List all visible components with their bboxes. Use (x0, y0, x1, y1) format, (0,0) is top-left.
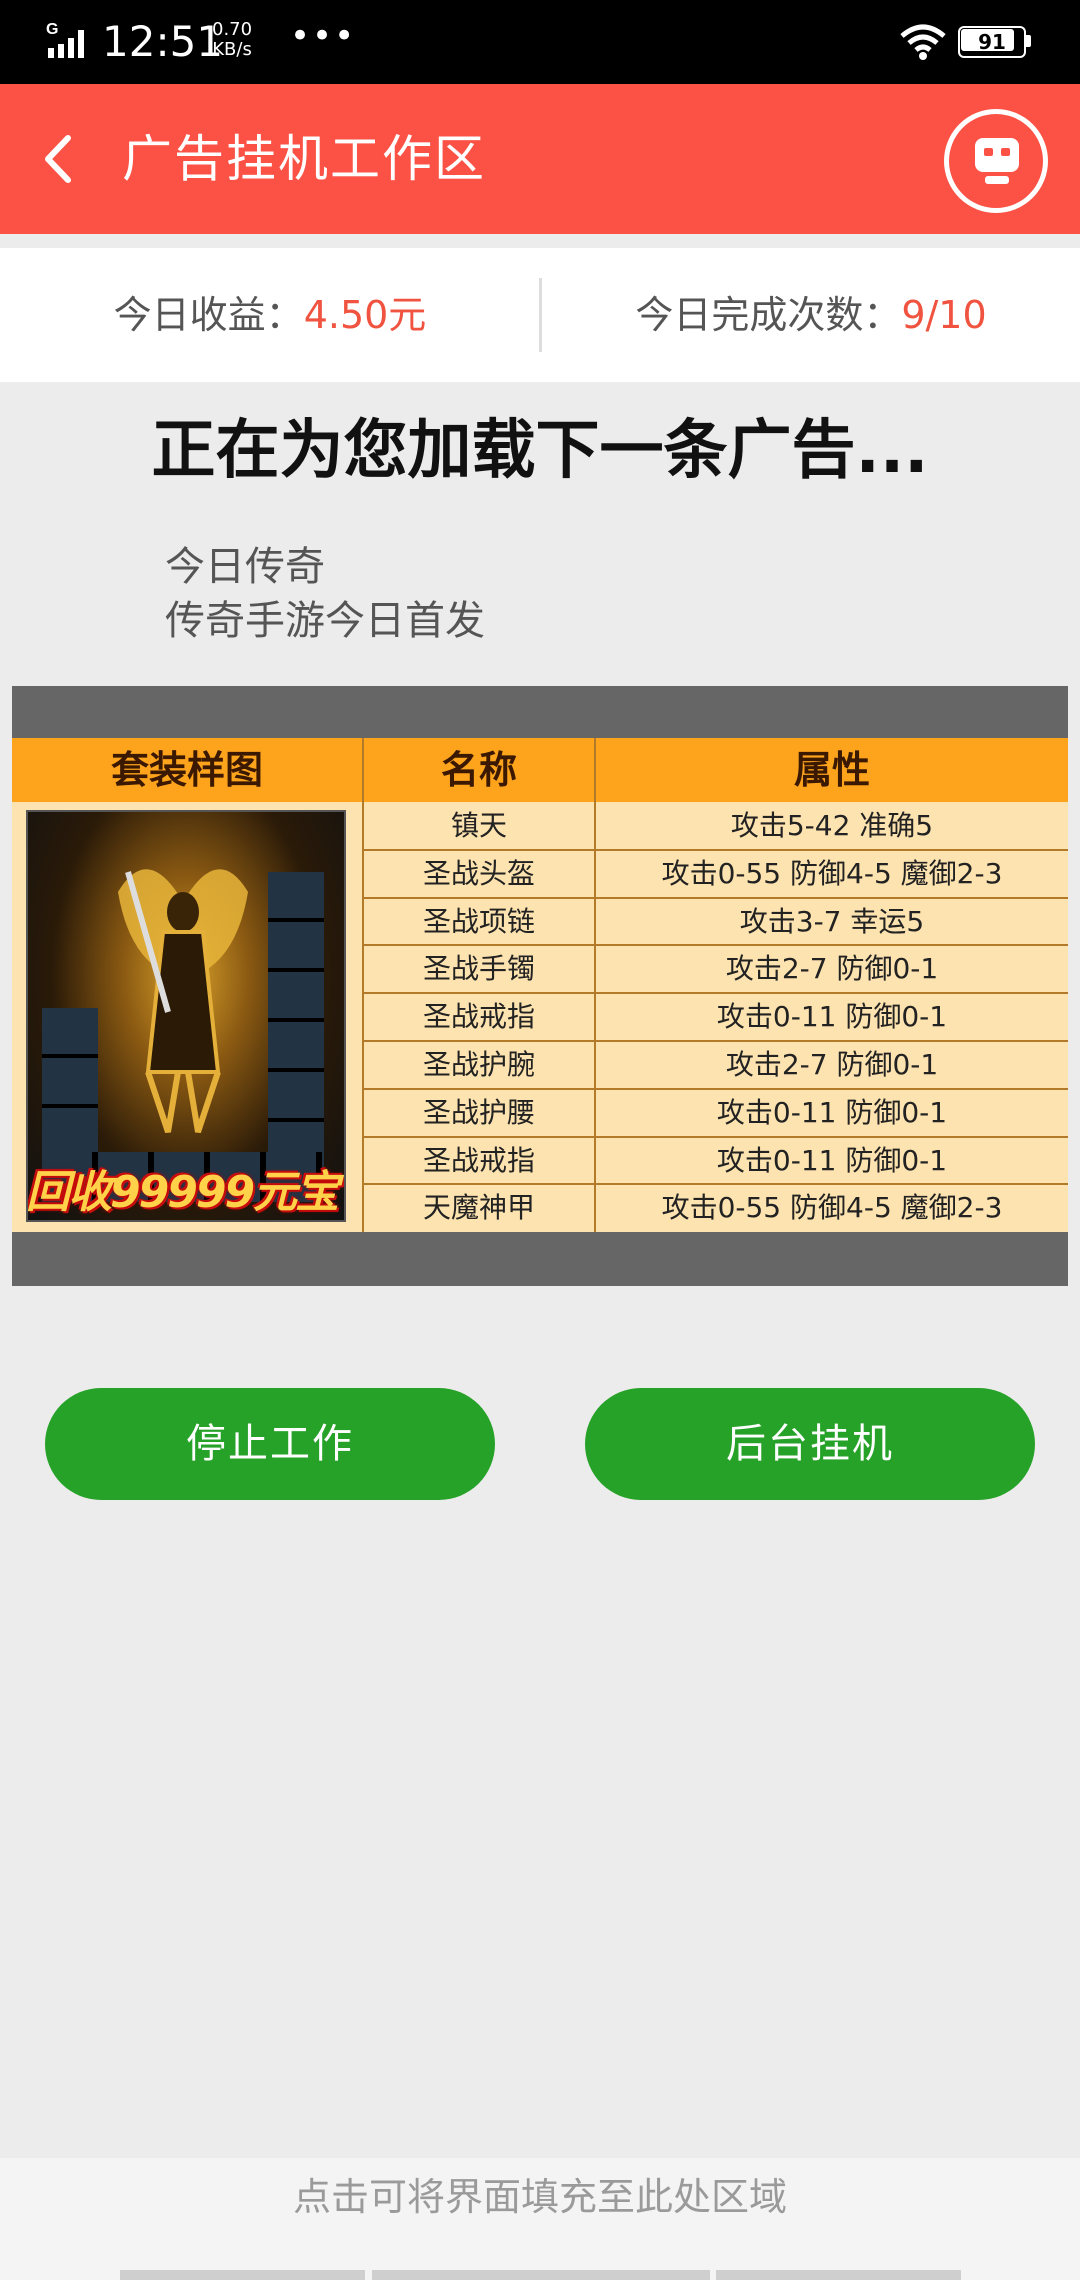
item-attributes: 攻击3-7 幸运5 (739, 904, 925, 938)
more-notifications-icon: ••• (290, 16, 357, 56)
item-name: 圣战戒指 (422, 1000, 535, 1034)
tab-stub (120, 2270, 365, 2280)
completions-value: 9/10 (901, 293, 987, 337)
fill-area[interactable]: 点击可将界面填充至此处区域 (0, 2158, 1080, 2280)
item-name: 天魔神甲 (422, 1191, 535, 1225)
background-run-button[interactable]: 后台挂机 (585, 1388, 1035, 1500)
earnings-stat: 今日收益：4.50元 (0, 248, 540, 382)
robot-icon (975, 138, 1019, 184)
chevron-left-icon[interactable] (30, 124, 90, 194)
warrior-figure-icon (118, 869, 248, 1133)
battery-level: 91 (978, 30, 1006, 54)
table-row-divider (363, 944, 1068, 947)
ad-promo-text: 回收99999元宝 (26, 1167, 339, 1218)
item-attributes: 攻击0-11 防御0-1 (716, 1000, 948, 1034)
ad-table-header: 套装样图 名称 属性 (12, 738, 1068, 802)
item-name: 圣战头盔 (422, 856, 535, 890)
earnings-value: 4.50元 (303, 293, 427, 337)
network-speed: 0.70 KB/s (212, 20, 252, 60)
table-row-divider (363, 1040, 1068, 1042)
loading-message: 正在为您加载下一条广告... (151, 414, 929, 488)
table-row-divider (363, 992, 1068, 995)
header-bar: 广告挂机工作区 (0, 84, 1080, 234)
table-row-divider (363, 1135, 1068, 1138)
header-cell-sample: 套装样图 (110, 748, 263, 792)
item-name: 圣战护腰 (422, 1095, 535, 1129)
item-name: 圣战手镯 (422, 952, 535, 986)
earnings-label: 今日收益： (113, 293, 304, 337)
page-title: 广告挂机工作区 (122, 130, 486, 188)
ad-banner[interactable]: 套装样图 名称 属性 回收99999元宝 镇天 攻击5-42 准确5 圣战头盔 攻击0… (12, 686, 1068, 1286)
ad-equipment-table: 套装样图 名称 属性 回收99999元宝 镇天 攻击5-42 准确5 圣战头盔 攻击0… (12, 738, 1068, 1232)
signal-icon: G (46, 21, 84, 58)
status-bar: G 12:51 0.70 KB/s ••• 91 (0, 0, 1080, 84)
stop-work-button[interactable]: 停止工作 (45, 1388, 495, 1500)
table-row-divider (363, 896, 1068, 899)
svg-text:G: G (46, 21, 58, 38)
tab-stub (372, 2270, 710, 2280)
header-cell-attr: 属性 (793, 748, 870, 792)
table-row-divider (363, 1183, 1068, 1186)
robot-button[interactable] (944, 109, 1048, 213)
item-attributes: 攻击2-7 防御0-1 (725, 1048, 939, 1081)
table-row-divider (363, 848, 1068, 851)
wifi-icon (900, 24, 946, 60)
item-attributes: 攻击0-55 防御4-5 魔御2-3 (661, 856, 1003, 890)
item-name: 镇天 (450, 809, 507, 842)
item-attributes: 攻击5-42 准确5 (730, 809, 934, 842)
tab-stub (716, 2270, 961, 2280)
daily-stats: 今日收益：4.50元 今日完成次数：9/10 (0, 248, 1080, 382)
completions-stat: 今日完成次数：9/10 (542, 248, 1080, 382)
item-name: 圣战护腕 (422, 1048, 535, 1081)
item-attributes: 攻击0-11 防御0-1 (716, 1095, 948, 1129)
speed-unit: KB/s (212, 39, 252, 60)
battery-icon: 91 (958, 26, 1032, 58)
header-cell-name: 名称 (440, 748, 517, 792)
speed-value: 0.70 (212, 19, 253, 40)
table-row-divider (363, 1087, 1068, 1090)
fill-area-hint: 点击可将界面填充至此处区域 (292, 2175, 787, 2219)
ad-subtitle: 传奇手游今日首发 (165, 598, 485, 644)
completions-label: 今日完成次数： (635, 293, 902, 337)
item-attributes: 攻击2-7 防御0-1 (725, 952, 939, 986)
armor-sample-image: 回收99999元宝 (26, 810, 346, 1222)
item-attributes: 攻击0-11 防御0-1 (716, 1143, 948, 1177)
ad-title: 今日传奇 (165, 544, 325, 590)
item-attributes: 攻击0-55 防御4-5 魔御2-3 (661, 1191, 1003, 1225)
item-name: 圣战项链 (422, 904, 535, 938)
item-name: 圣战戒指 (422, 1143, 535, 1177)
clock: 12:51 (102, 17, 224, 66)
